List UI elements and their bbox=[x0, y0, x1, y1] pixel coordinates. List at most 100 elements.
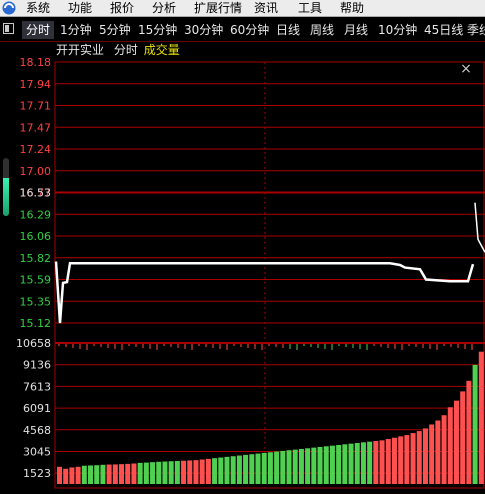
price-tick-label: 17.00 bbox=[20, 165, 52, 178]
tab-30min[interactable]: 30分钟 bbox=[184, 21, 223, 39]
tab-5min[interactable]: 5分钟 bbox=[99, 21, 131, 39]
volume-bar bbox=[162, 461, 168, 484]
chart-header: 开开实业 分时 成交量 bbox=[56, 42, 180, 58]
price-tick-label: 16.53 bbox=[20, 187, 52, 200]
volume-bar bbox=[94, 465, 100, 484]
tab-weekly[interactable]: 周线 bbox=[310, 21, 334, 39]
volume-bar bbox=[274, 451, 280, 484]
volume-bar bbox=[391, 437, 397, 484]
volume-bar bbox=[472, 364, 478, 484]
volume-bar bbox=[106, 464, 112, 484]
price-tick-label: 15.12 bbox=[20, 317, 52, 330]
volume-bar bbox=[323, 446, 329, 484]
volume-bar bbox=[69, 467, 75, 484]
volume-bar bbox=[218, 457, 224, 484]
price-tick-label: 17.24 bbox=[20, 143, 52, 156]
volume-bar bbox=[57, 466, 63, 484]
volume-bar bbox=[181, 460, 187, 484]
tab-15min[interactable]: 15分钟 bbox=[138, 21, 177, 39]
volume-bar bbox=[199, 459, 205, 484]
volume-bar bbox=[410, 433, 416, 484]
volume-bar bbox=[398, 436, 404, 484]
volume-bar bbox=[137, 462, 143, 484]
tab-timeshare[interactable]: 分时 bbox=[22, 21, 55, 39]
volume-tick-label: 3045 bbox=[23, 445, 51, 458]
price-tick-label: 16.06 bbox=[20, 230, 52, 243]
volume-bar bbox=[360, 442, 366, 484]
volume-bar bbox=[422, 428, 428, 484]
menu-item-system[interactable]: 系统 bbox=[26, 0, 50, 16]
volume-bar bbox=[236, 455, 242, 484]
volume-bar bbox=[441, 415, 447, 484]
volume-bar bbox=[212, 458, 218, 484]
price-tick-label: 18.18 bbox=[20, 58, 52, 69]
volume-bar bbox=[298, 448, 304, 484]
menu-item-news[interactable]: 资讯 bbox=[254, 0, 278, 16]
volume-bar bbox=[460, 391, 466, 484]
volume-bar bbox=[187, 460, 193, 484]
app-logo-icon[interactable] bbox=[2, 1, 16, 15]
volume-bar bbox=[317, 446, 323, 484]
volume-bar bbox=[143, 462, 149, 484]
volume-bar bbox=[205, 458, 211, 484]
volume-bar bbox=[385, 439, 391, 484]
volume-bar bbox=[416, 431, 422, 484]
volume-bar bbox=[447, 407, 453, 484]
volume-bar bbox=[249, 454, 255, 484]
volume-tick-label: 7613 bbox=[23, 380, 51, 393]
panel-toggle-icon[interactable] bbox=[3, 23, 14, 34]
chart-frame bbox=[54, 61, 485, 489]
volume-bar bbox=[292, 449, 298, 484]
volume-bar bbox=[193, 460, 199, 484]
volume-tick-label: 1523 bbox=[23, 467, 51, 480]
volume-bar bbox=[286, 450, 292, 484]
chart-mode-label: 分时 bbox=[113, 43, 138, 57]
volume-bar bbox=[131, 463, 137, 484]
volume-indicator-label[interactable]: 成交量 bbox=[144, 43, 180, 57]
price-tick-label: 15.82 bbox=[20, 252, 52, 265]
volume-bar bbox=[379, 440, 385, 484]
volume-tick-label: 6091 bbox=[23, 402, 51, 415]
volume-bar bbox=[280, 450, 286, 484]
price-tick-label: 16.29 bbox=[20, 208, 52, 221]
volume-bar bbox=[329, 445, 335, 484]
volume-bar bbox=[75, 466, 81, 484]
price-tick-label: 17.94 bbox=[20, 78, 52, 91]
menu-item-quote[interactable]: 报价 bbox=[110, 0, 134, 16]
volume-bar bbox=[174, 460, 180, 484]
volume-tick-label: 10658 bbox=[16, 337, 51, 350]
timeshare-chart[interactable]: 18.1817.9417.7117.4717.2417.0016.7716.53… bbox=[0, 58, 485, 494]
volume-bar bbox=[119, 464, 125, 484]
tab-45day[interactable]: 45日线 bbox=[424, 21, 463, 39]
tab-quarterly[interactable]: 季线 bbox=[467, 21, 485, 39]
price-tick-label: 17.71 bbox=[20, 100, 52, 113]
volume-bar bbox=[336, 444, 342, 484]
volume-bar bbox=[354, 442, 360, 484]
volume-bar bbox=[373, 441, 379, 484]
volume-bar bbox=[100, 464, 106, 484]
volume-bar bbox=[255, 453, 261, 484]
volume-bar bbox=[429, 424, 435, 484]
menu-item-function[interactable]: 功能 bbox=[68, 0, 92, 16]
volume-bar bbox=[88, 465, 94, 484]
menu-item-extended-quotes[interactable]: 扩展行情 bbox=[194, 0, 242, 16]
menu-item-help[interactable]: 帮助 bbox=[340, 0, 364, 16]
menu-item-analysis[interactable]: 分析 bbox=[152, 0, 176, 16]
volume-bar bbox=[453, 400, 459, 484]
tab-60min[interactable]: 60分钟 bbox=[230, 21, 269, 39]
menu-item-tools[interactable]: 工具 bbox=[298, 0, 322, 16]
tab-monthly[interactable]: 月线 bbox=[344, 21, 368, 39]
price-tick-label: 15.59 bbox=[20, 274, 52, 287]
tab-1min[interactable]: 1分钟 bbox=[60, 21, 92, 39]
volume-bar bbox=[466, 380, 472, 484]
volume-bar bbox=[435, 420, 441, 484]
stock-name: 开开实业 bbox=[56, 43, 105, 57]
volume-bar bbox=[230, 456, 236, 484]
volume-bar bbox=[342, 444, 348, 484]
volume-bar bbox=[478, 351, 484, 484]
volume-bar bbox=[404, 435, 410, 484]
volume-bar bbox=[125, 463, 131, 484]
tab-10min[interactable]: 10分钟 bbox=[378, 21, 417, 39]
tab-daily[interactable]: 日线 bbox=[276, 21, 300, 39]
period-tab-bar: 分时 1分钟 5分钟 15分钟 30分钟 60分钟 日线 周线 月线 10分钟 … bbox=[0, 17, 485, 42]
